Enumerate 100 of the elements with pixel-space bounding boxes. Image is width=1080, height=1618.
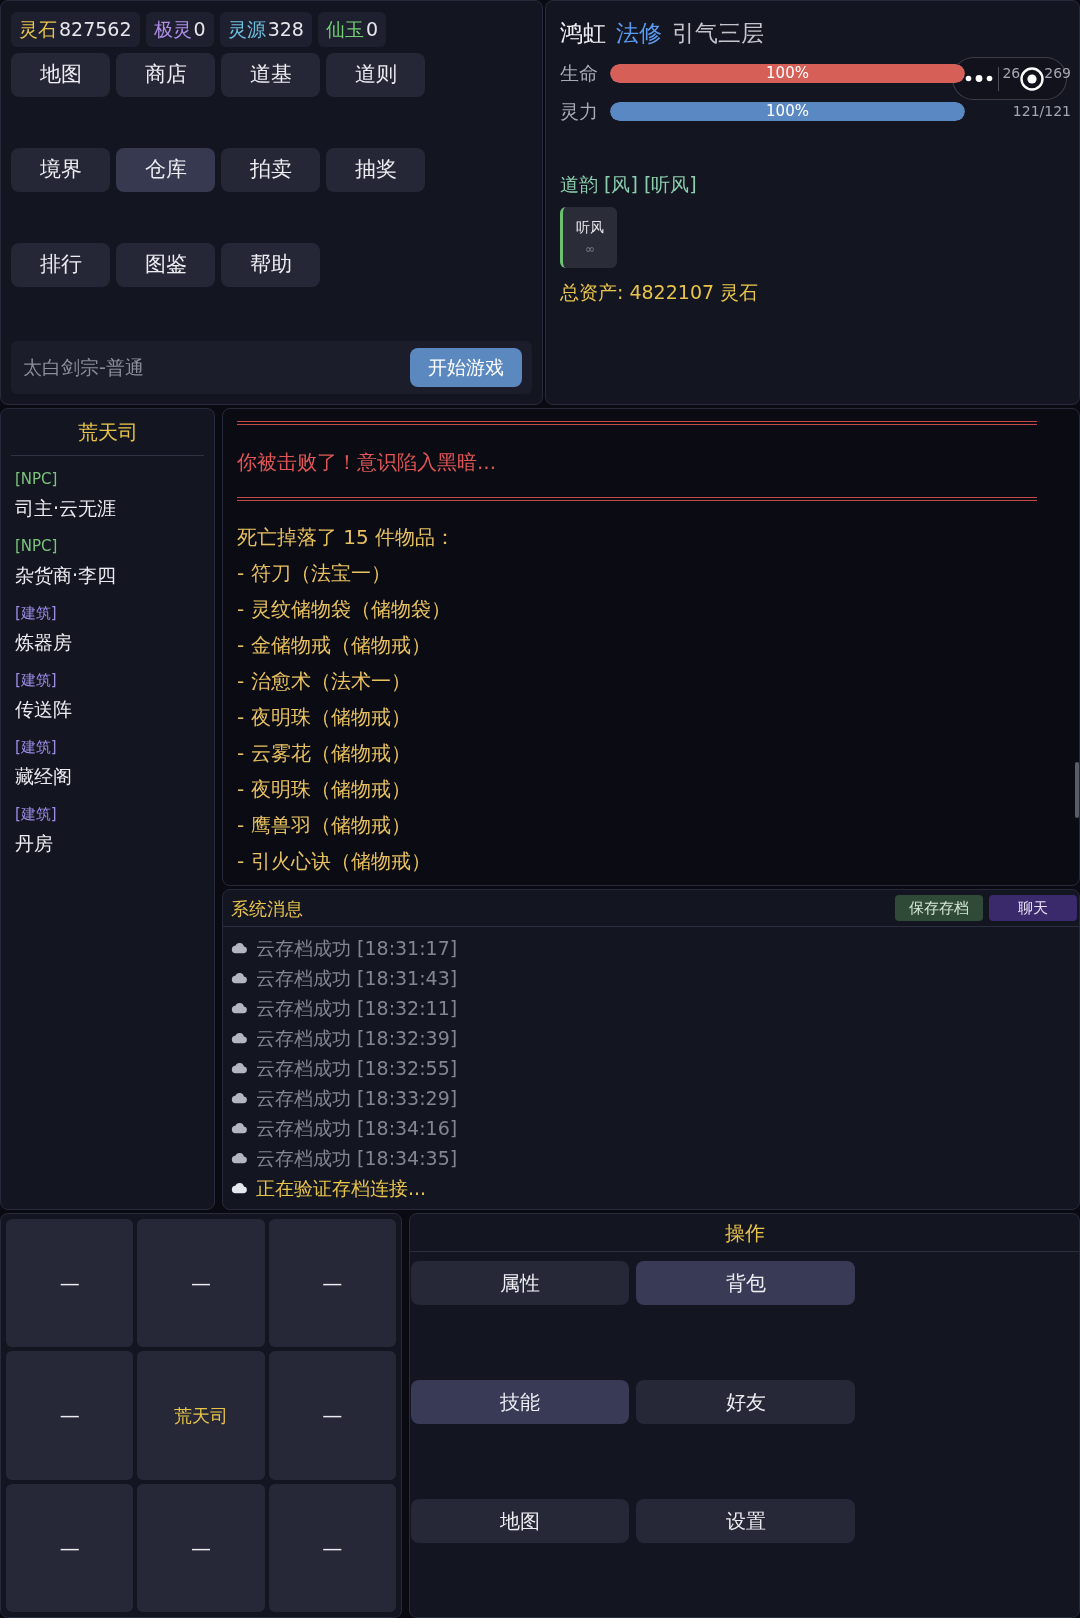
menu-button[interactable]: 排行 — [11, 243, 110, 287]
save-button[interactable]: 保存存档 — [895, 895, 983, 921]
start-game-button[interactable]: 开始游戏 — [410, 348, 522, 387]
stat-label: 灵力 — [560, 99, 599, 125]
cloud-icon — [230, 942, 248, 954]
menu-button[interactable]: 道基 — [221, 53, 320, 97]
entry-name[interactable]: 丹房 — [15, 830, 53, 856]
close-target-icon[interactable] — [1020, 66, 1044, 91]
log-line: - 云雾花（储物戒） — [237, 740, 411, 767]
entry-tag: [NPC] — [15, 536, 58, 556]
menu-button[interactable]: 抽奖 — [326, 148, 425, 192]
character-name: 鸿虹 — [560, 19, 606, 48]
menu-button[interactable]: 境界 — [11, 148, 110, 192]
class-label: 法修 — [616, 19, 662, 48]
map-cell[interactable]: — — [268, 1483, 396, 1612]
stat-label: 生命 — [560, 61, 599, 87]
entry-tag: [建筑] — [15, 670, 57, 690]
log-line: 你被击败了！意识陷入黑暗... — [237, 449, 497, 476]
log-line: - 符刀（法宝一） — [237, 560, 391, 587]
entry-tag: [NPC] — [15, 469, 58, 489]
system-messages-title: 系统消息 — [231, 896, 303, 921]
entry-name[interactable]: 传送阵 — [15, 696, 72, 722]
actions-title: 操作 — [410, 1214, 1079, 1252]
log-line: - 治愈术（法术一） — [237, 668, 411, 695]
currency-label: 灵源 — [227, 17, 266, 43]
dao-yun-tag[interactable]: 听风 ∞ — [560, 207, 617, 268]
menu-button[interactable]: 帮助 — [221, 243, 320, 287]
log-line: - 金储物戒（储物戒） — [237, 632, 431, 659]
entry-name[interactable]: 司主·云无涯 — [15, 495, 117, 521]
currency-value: 0 — [193, 17, 206, 43]
cloud-icon — [230, 1032, 248, 1044]
system-message: 云存档成功 [18:31:43] — [256, 965, 458, 991]
action-button[interactable]: 好友 — [636, 1380, 855, 1424]
map-cell[interactable]: — — [6, 1219, 134, 1348]
map-cell[interactable]: — — [6, 1351, 134, 1480]
currency-label: 灵石 — [19, 17, 57, 43]
cloud-icon — [230, 972, 248, 984]
more-icon[interactable] — [965, 75, 993, 82]
currency-label: 极灵 — [153, 17, 192, 43]
chat-button[interactable]: 聊天 — [989, 895, 1077, 921]
map-cell[interactable]: — — [268, 1351, 396, 1480]
system-message: 云存档成功 [18:32:55] — [256, 1055, 458, 1081]
system-message: 正在验证存档连接... — [256, 1175, 427, 1201]
currency-value: 0 — [365, 17, 378, 43]
entry-tag: [建筑] — [15, 737, 57, 757]
menu-button[interactable]: 地图 — [11, 53, 110, 97]
stat-bar-text: 100% — [765, 64, 810, 83]
system-message: 云存档成功 [18:32:39] — [256, 1025, 458, 1051]
entry-tag: [建筑] — [15, 804, 57, 824]
sect-label: 太白剑宗-普通 — [23, 355, 144, 381]
system-message: 云存档成功 [18:34:16] — [256, 1115, 458, 1141]
map-cell[interactable]: — — [6, 1483, 134, 1612]
log-line: - 引火心诀（储物戒） — [237, 848, 431, 875]
currency-label: 仙玉 — [325, 17, 364, 43]
map-cell[interactable]: — — [137, 1219, 265, 1348]
tag-duration: ∞ — [585, 241, 595, 258]
action-button[interactable]: 设置 — [636, 1499, 855, 1543]
map-cell[interactable]: — — [268, 1219, 396, 1348]
entry-name[interactable]: 藏经阁 — [15, 763, 72, 789]
dao-yun-label: 道韵 [风] [听风] — [560, 172, 697, 197]
tag-name: 听风 — [576, 218, 604, 237]
map-cell[interactable]: — — [137, 1483, 265, 1612]
menu-button[interactable]: 商店 — [116, 53, 215, 97]
log-line: - 鹰兽羽（储物戒） — [237, 812, 411, 839]
cloud-icon — [230, 1182, 248, 1194]
menu-button[interactable]: 图鉴 — [116, 243, 215, 287]
menu-button[interactable]: 道则 — [326, 53, 425, 97]
scrollbar-thumb[interactable] — [1075, 762, 1079, 818]
cloud-icon — [230, 1092, 248, 1104]
stat-bar-text: 100% — [765, 102, 810, 121]
cloud-icon — [230, 1062, 248, 1074]
menu-button[interactable]: 仓库 — [116, 148, 215, 192]
system-message: 云存档成功 [18:33:29] — [256, 1085, 458, 1111]
action-button[interactable]: 技能 — [411, 1380, 629, 1424]
cloud-icon — [230, 1002, 248, 1014]
log-line: 死亡掉落了 15 件物品： — [237, 524, 456, 551]
entry-tag: [建筑] — [15, 603, 57, 623]
realm-label: 引气三层 — [672, 19, 764, 48]
currency-value: 827562 — [59, 17, 132, 43]
menu-button[interactable]: 拍卖 — [221, 148, 320, 192]
cloud-icon — [230, 1152, 248, 1164]
log-line: - 灵纹储物袋（储物袋） — [237, 596, 451, 623]
total-assets: 总资产: 4822107 灵石 — [560, 280, 759, 305]
action-button[interactable]: 属性 — [411, 1261, 629, 1305]
log-line: - 夜明珠（储物戒） — [237, 776, 411, 803]
stat-reading: 26 — [1002, 64, 1021, 83]
system-message: 云存档成功 [18:31:17] — [256, 935, 458, 961]
entry-name[interactable]: 炼器房 — [15, 629, 72, 655]
log-line: - 夜明珠（储物戒） — [237, 704, 411, 731]
action-button[interactable]: 背包 — [636, 1261, 855, 1305]
currency-value: 328 — [267, 17, 304, 43]
location-title: 荒天司 — [76, 419, 139, 446]
system-message: 云存档成功 [18:34:35] — [256, 1145, 458, 1171]
action-button[interactable]: 地图 — [411, 1499, 629, 1543]
cloud-icon — [230, 1122, 248, 1134]
system-message: 云存档成功 [18:32:11] — [256, 995, 458, 1021]
entry-name[interactable]: 杂货商·李四 — [15, 562, 117, 588]
stat-reading: 269 — [1044, 64, 1071, 83]
stat-reading: 121/121 — [1012, 102, 1071, 121]
map-cell[interactable]: 荒天司 — [137, 1351, 265, 1480]
